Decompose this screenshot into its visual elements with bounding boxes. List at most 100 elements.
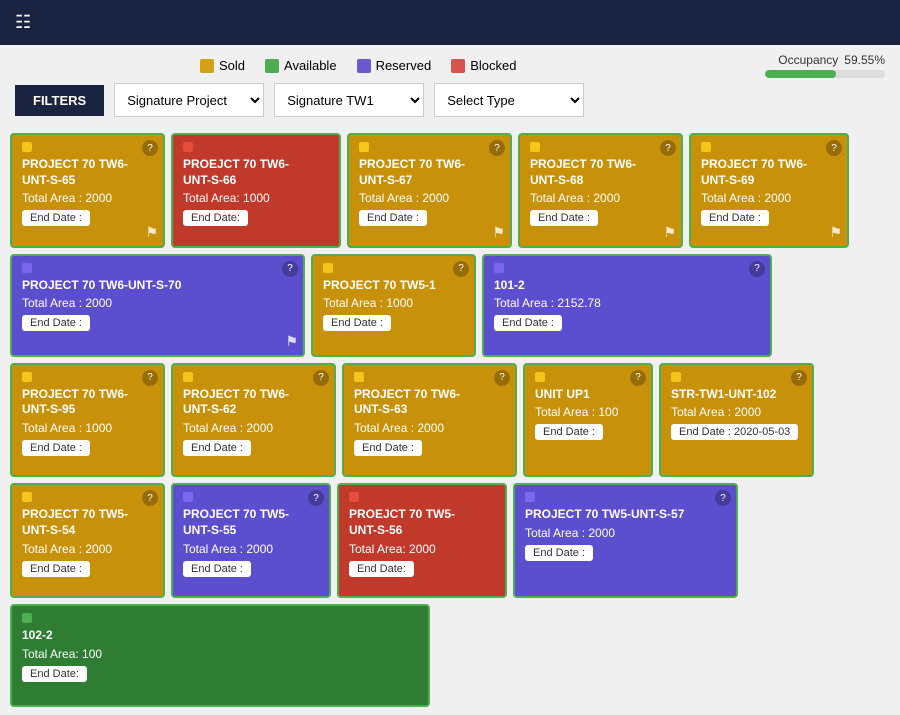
end-date-btn-c3[interactable]: End Date : [359,210,427,226]
unit-filter-select[interactable]: Signature TW1 [274,83,424,117]
status-dot-c12 [535,372,545,382]
end-date-btn-c6[interactable]: End Date : [22,315,90,331]
end-date-btn-c10[interactable]: End Date : [183,440,251,456]
status-dot-c10 [183,372,193,382]
card-c17[interactable]: ?PROJECT 70 TW5-UNT-S-57 Total Area : 200… [513,483,738,598]
help-icon-c13[interactable]: ? [791,370,807,386]
card-c2[interactable]: PROEJCT 70 TW6-UNT-S-66Total Area: 1000E… [171,133,341,248]
card-title-c12: UNIT UP1 [535,387,641,403]
occupancy-bar-bg [765,70,885,78]
card-title-c6: PROJECT 70 TW6-UNT-S-70 [22,278,293,294]
help-icon-c9[interactable]: ? [142,370,158,386]
end-date-btn-c2[interactable]: End Date: [183,210,248,226]
flag-icon-c4: ⚑ [663,224,676,241]
card-c1[interactable]: ?PROJECT 70 TW6-UNT-S-65Total Area : 200… [10,133,165,248]
status-dot-c9 [22,372,32,382]
status-dot-c5 [701,142,711,152]
status-dot-c6 [22,263,32,273]
end-date-btn-c1[interactable]: End Date : [22,210,90,226]
card-title-c16: PROEJCT 70 TW5-UNT-S-56 [349,507,495,538]
status-dot-c18 [22,613,32,623]
end-date-btn-c13[interactable]: End Date : 2020-05-03 [671,424,798,440]
card-area-c15: Total Area : 2000 [183,542,319,556]
help-icon-c5[interactable]: ? [826,140,842,156]
card-title-c17: PROJECT 70 TW5-UNT-S-57 [525,507,726,523]
card-area-c2: Total Area: 1000 [183,191,329,205]
legend-row: Sold Available Reserved Blocked Occupanc… [0,45,900,78]
status-dot-c7 [323,263,333,273]
card-area-c18: Total Area: 100 [22,647,418,661]
card-area-c4: Total Area : 2000 [530,191,671,205]
help-icon-c8[interactable]: ? [749,261,765,277]
card-c11[interactable]: ?PROJECT 70 TW6-UNT-S-63Total Area : 200… [342,363,517,478]
grid-icon: ☷ [15,12,33,33]
flag-icon-c1: ⚑ [145,224,158,241]
end-date-btn-c9[interactable]: End Date : [22,440,90,456]
card-c9[interactable]: ?PROJECT 70 TW6-UNT-S-95Total Area : 100… [10,363,165,478]
end-date-btn-c15[interactable]: End Date : [183,561,251,577]
legend-reserved: Reserved [357,58,432,73]
card-c8[interactable]: ?101-2 Total Area : 2152.78 End Date : [482,254,772,357]
card-title-c7: PROJECT 70 TW5-1 [323,278,464,294]
card-c6[interactable]: ?PROJECT 70 TW6-UNT-S-70Total Area : 200… [10,254,305,357]
card-c7[interactable]: ?PROJECT 70 TW5-1 Total Area : 1000 End Da… [311,254,476,357]
status-dot-c17 [525,492,535,502]
help-icon-c10[interactable]: ? [313,370,329,386]
card-area-c8: Total Area : 2152.78 [494,296,760,310]
card-title-c9: PROJECT 70 TW6-UNT-S-95 [22,387,153,418]
end-date-btn-c14[interactable]: End Date : [22,561,90,577]
card-title-c10: PROJECT 70 TW6-UNT-S-62 [183,387,324,418]
end-date-btn-c12[interactable]: End Date : [535,424,603,440]
card-c4[interactable]: ?PROJECT 70 TW6-UNT-S-68Total Area : 200… [518,133,683,248]
end-date-btn-c18[interactable]: End Date: [22,666,87,682]
project-filter-select[interactable]: Signature Project [114,83,264,117]
end-date-btn-c7[interactable]: End Date : [323,315,391,331]
card-title-c11: PROJECT 70 TW6-UNT-S-63 [354,387,505,418]
card-area-c17: Total Area : 2000 [525,526,726,540]
help-icon-c1[interactable]: ? [142,140,158,156]
help-icon-c12[interactable]: ? [630,370,646,386]
status-dot-c2 [183,142,193,152]
help-icon-c15[interactable]: ? [308,490,324,506]
help-icon-c3[interactable]: ? [489,140,505,156]
filter-row: FILTERS Signature Project Signature TW1 … [0,78,900,125]
end-date-btn-c17[interactable]: End Date : [525,545,593,561]
card-c13[interactable]: ?STR-TW1-UNT-102Total Area : 2000End Dat… [659,363,814,478]
card-c18[interactable]: 102-2 Total Area: 100 End Date: [10,604,430,707]
type-filter-select[interactable]: Select Type [434,83,584,117]
legend-sold: Sold [200,58,245,73]
help-icon-c14[interactable]: ? [142,490,158,506]
occupancy-section: Occupancy 59.55% [765,53,885,78]
card-c12[interactable]: ?UNIT UP1Total Area : 100End Date : [523,363,653,478]
help-icon-c17[interactable]: ? [715,490,731,506]
card-c16[interactable]: PROEJCT 70 TW5-UNT-S-56Total Area: 2000E… [337,483,507,598]
sold-label: Sold [219,58,245,73]
end-date-btn-c5[interactable]: End Date : [701,210,769,226]
help-icon-c7[interactable]: ? [453,261,469,277]
end-date-btn-c11[interactable]: End Date : [354,440,422,456]
help-icon-c11[interactable]: ? [494,370,510,386]
available-label: Available [284,58,337,73]
card-title-c18: 102-2 [22,628,418,644]
flag-icon-c6: ⚑ [285,333,298,350]
card-c15[interactable]: ?PROJECT 70 TW5-UNT-S-55 Total Area : 200… [171,483,331,598]
card-area-c5: Total Area : 2000 [701,191,837,205]
card-area-c14: Total Area : 2000 [22,542,153,556]
card-c3[interactable]: ?PROJECT 70 TW6-UNT-S-67Total Area : 200… [347,133,512,248]
card-area-c1: Total Area : 2000 [22,191,153,205]
card-area-c7: Total Area : 1000 [323,296,464,310]
end-date-btn-c8[interactable]: End Date : [494,315,562,331]
card-title-c15: PROJECT 70 TW5-UNT-S-55 [183,507,319,538]
card-c5[interactable]: ?PROJECT 70 TW6-UNT-S-69Total Area : 200… [689,133,849,248]
help-icon-c6[interactable]: ? [282,261,298,277]
card-title-c3: PROJECT 70 TW6-UNT-S-67 [359,157,500,188]
end-date-btn-c16[interactable]: End Date: [349,561,414,577]
card-title-c8: 101-2 [494,278,760,294]
end-date-btn-c4[interactable]: End Date : [530,210,598,226]
available-dot [265,59,279,73]
filters-label: FILTERS [15,85,104,116]
help-icon-c4[interactable]: ? [660,140,676,156]
reserved-dot [357,59,371,73]
card-c14[interactable]: ?PROJECT 70 TW5-UNT-S-54Total Area : 200… [10,483,165,598]
card-c10[interactable]: ?PROJECT 70 TW6-UNT-S-62Total Area : 200… [171,363,336,478]
